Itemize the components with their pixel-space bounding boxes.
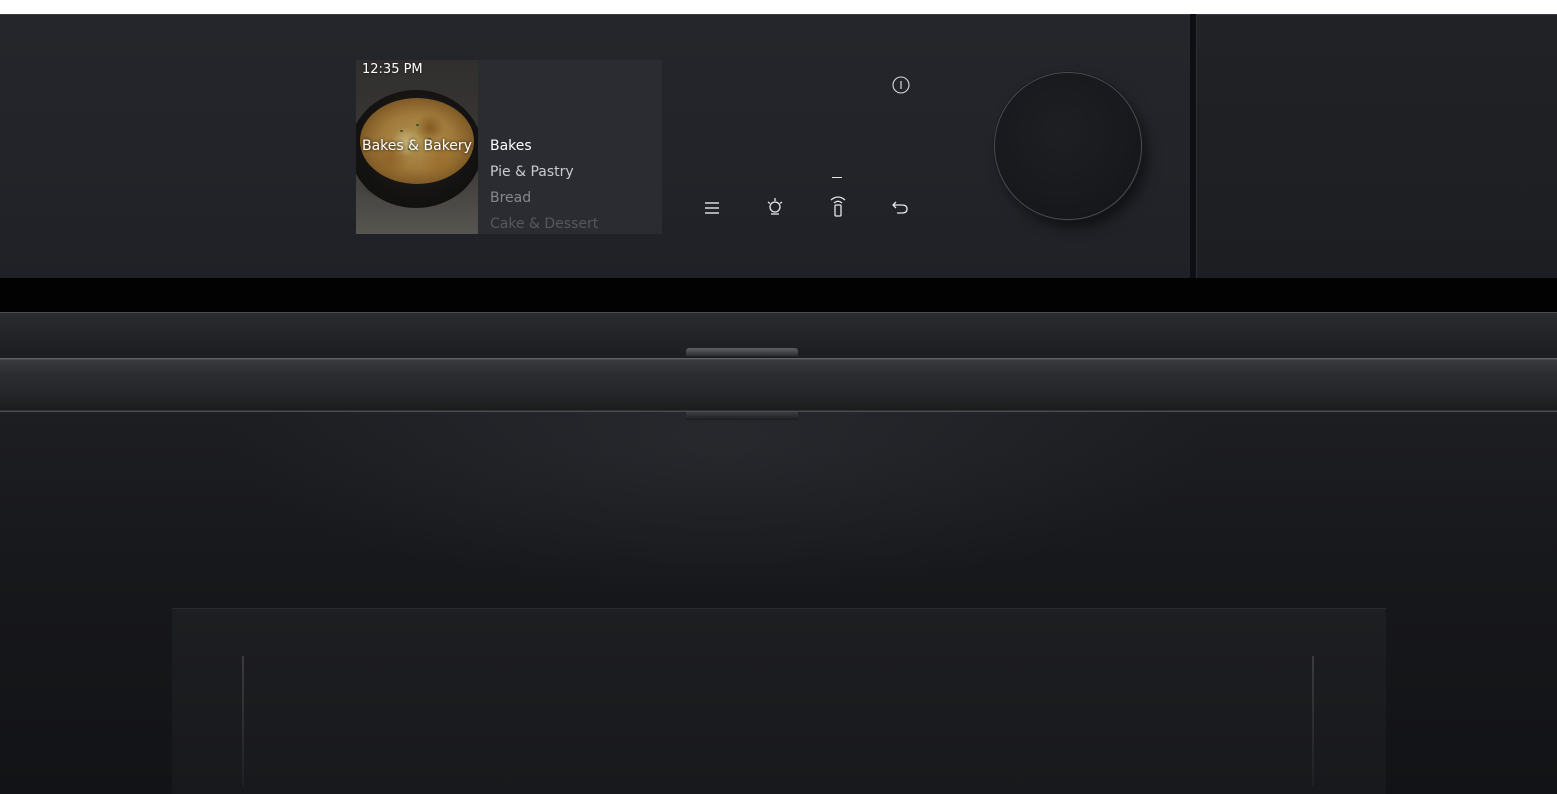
category-title: Bakes & Bakery	[362, 138, 472, 154]
herb-speck	[400, 130, 403, 132]
back-arrow-icon	[892, 201, 908, 214]
oven-window	[172, 608, 1386, 794]
info-button[interactable]	[887, 71, 915, 99]
menu-list: Bakes Pie & Pastry Bread Cake & Dessert	[490, 138, 598, 234]
rack-edge	[242, 656, 244, 786]
menu-item-pie-pastry[interactable]: Pie & Pastry	[490, 164, 598, 190]
menu-item-bread[interactable]: Bread	[490, 190, 598, 216]
remote-indicator	[832, 177, 842, 178]
herb-speck	[416, 124, 419, 126]
remote-control-icon	[830, 196, 846, 217]
control-knob[interactable]	[995, 73, 1141, 219]
door-handle[interactable]	[0, 358, 1557, 412]
menu-button[interactable]	[698, 194, 726, 222]
rack-edge	[1312, 656, 1314, 786]
menu-icon	[705, 202, 719, 214]
panel-gap	[0, 278, 1557, 312]
side-panel	[1196, 14, 1557, 279]
handle-tab	[686, 412, 798, 420]
light-bulb-icon	[767, 198, 783, 215]
menu-item-bakes[interactable]: Bakes	[490, 138, 598, 164]
clock-time: 12:35 PM	[362, 62, 423, 77]
display-screen[interactable]: 12:35 PM Bakes & Bakery Bakes Pie & Past…	[356, 60, 662, 234]
menu-item-cake-dessert[interactable]: Cake & Dessert	[490, 216, 598, 234]
back-button[interactable]	[886, 193, 914, 221]
light-button[interactable]	[761, 193, 789, 221]
info-icon	[892, 76, 910, 94]
oven-front: 12:35 PM Bakes & Bakery Bakes Pie & Past…	[0, 0, 1557, 794]
handle-tab	[686, 348, 798, 356]
remote-control-button[interactable]	[824, 192, 852, 220]
